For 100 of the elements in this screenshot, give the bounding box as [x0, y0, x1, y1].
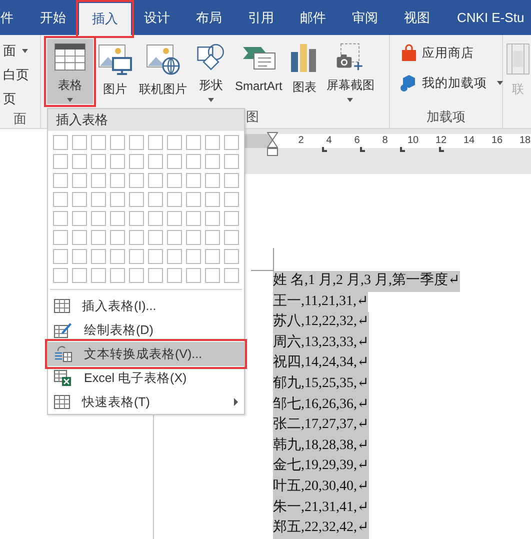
ribbon-tab[interactable]: 设计	[131, 0, 183, 35]
table-grid-cell[interactable]	[72, 230, 87, 245]
table-grid-cell[interactable]	[205, 249, 220, 264]
table-grid-cell[interactable]	[91, 173, 106, 188]
table-grid-cell[interactable]	[110, 249, 125, 264]
ribbon-button[interactable]: 形状	[192, 39, 230, 104]
table-grid-cell[interactable]	[186, 135, 201, 150]
menu-item[interactable]: 插入表格(I)...	[48, 294, 244, 318]
table-grid-cell[interactable]	[205, 192, 220, 207]
table-grid-cell[interactable]	[186, 211, 201, 226]
table-grid-cell[interactable]	[110, 173, 125, 188]
table-grid-cell[interactable]	[205, 230, 220, 245]
ribbon-button[interactable]: 页	[3, 89, 40, 109]
table-grid-cell[interactable]	[129, 249, 144, 264]
table-grid-cell[interactable]	[91, 268, 106, 283]
ribbon-tab[interactable]: 开始	[27, 0, 79, 35]
table-grid-cell[interactable]	[72, 211, 87, 226]
table-grid-cell[interactable]	[148, 230, 163, 245]
table-grid-cell[interactable]	[224, 249, 239, 264]
tab-stop-icon[interactable]	[439, 147, 444, 152]
table-grid-cell[interactable]	[148, 154, 163, 169]
table-grid-cell[interactable]	[72, 154, 87, 169]
ribbon-tab[interactable]: 插入	[79, 3, 131, 35]
table-grid-cell[interactable]	[110, 154, 125, 169]
table-grid-cell[interactable]	[205, 154, 220, 169]
ribbon-tab[interactable]: 布局	[183, 0, 235, 35]
table-grid-cell[interactable]	[205, 268, 220, 283]
table-grid-cell[interactable]	[129, 135, 144, 150]
tab-stop-icon[interactable]	[322, 147, 327, 152]
indent-marker-icon[interactable]	[267, 132, 278, 156]
table-grid-cell[interactable]	[224, 268, 239, 283]
ribbon-button[interactable]: 屏幕截图	[324, 39, 376, 104]
menu-item[interactable]: 绘制表格(D)	[48, 318, 244, 342]
table-grid-cell[interactable]	[53, 173, 68, 188]
menu-item[interactable]: 快速表格(T)	[48, 390, 244, 414]
table-grid-cell[interactable]	[167, 173, 182, 188]
table-grid-cell[interactable]	[224, 211, 239, 226]
table-grid-cell[interactable]	[72, 268, 87, 283]
table-grid-cell[interactable]	[224, 154, 239, 169]
tab-stop-icon[interactable]	[360, 147, 365, 152]
table-grid-cell[interactable]	[167, 135, 182, 150]
table-grid-cell[interactable]	[167, 249, 182, 264]
tab-stop-icon[interactable]	[400, 147, 405, 152]
table-grid-cell[interactable]	[129, 154, 144, 169]
table-grid-cell[interactable]	[186, 249, 201, 264]
table-grid-cell[interactable]	[110, 135, 125, 150]
table-grid-cell[interactable]	[167, 230, 182, 245]
table-grid-cell[interactable]	[110, 230, 125, 245]
menu-item[interactable]: Excel 电子表格(X)	[48, 366, 244, 390]
table-grid-cell[interactable]	[148, 135, 163, 150]
table-grid-cell[interactable]	[205, 173, 220, 188]
table-grid-cell[interactable]	[129, 230, 144, 245]
ribbon-button[interactable]: 图片	[96, 39, 134, 104]
menu-item[interactable]: 文本转换成表格(V)...	[48, 342, 244, 366]
table-grid-cell[interactable]	[167, 192, 182, 207]
table-grid-cell[interactable]	[186, 192, 201, 207]
table-grid-cell[interactable]	[224, 192, 239, 207]
table-grid-cell[interactable]	[91, 211, 106, 226]
table-grid-cell[interactable]	[72, 192, 87, 207]
table-grid-cell[interactable]	[129, 173, 144, 188]
table-grid-cell[interactable]	[53, 211, 68, 226]
table-grid-cell[interactable]	[129, 211, 144, 226]
table-grid-cell[interactable]	[167, 154, 182, 169]
table-grid-cell[interactable]	[53, 192, 68, 207]
table-grid-cell[interactable]	[72, 249, 87, 264]
table-grid-cell[interactable]	[148, 173, 163, 188]
ribbon-tab[interactable]: 邮件	[287, 0, 339, 35]
table-grid-cell[interactable]	[148, 249, 163, 264]
table-grid-cell[interactable]	[53, 154, 68, 169]
ribbon-button[interactable]: 应用商店	[400, 43, 502, 63]
table-grid-cell[interactable]	[53, 268, 68, 283]
table-grid-cell[interactable]	[91, 192, 106, 207]
table-grid-cell[interactable]	[110, 192, 125, 207]
table-grid-cell[interactable]	[72, 135, 87, 150]
ribbon-button[interactable]: 表格	[47, 39, 93, 104]
ribbon-tab[interactable]: 视图	[391, 0, 443, 35]
ribbon-button[interactable]: 我的加载项	[400, 73, 502, 93]
table-grid-cell[interactable]	[186, 230, 201, 245]
table-grid-cell[interactable]	[186, 173, 201, 188]
table-grid-cell[interactable]	[186, 154, 201, 169]
table-grid-cell[interactable]	[167, 211, 182, 226]
ribbon-tab[interactable]: 件	[0, 0, 27, 35]
table-grid-cell[interactable]	[148, 268, 163, 283]
table-grid-cell[interactable]	[205, 135, 220, 150]
table-grid-cell[interactable]	[72, 173, 87, 188]
ribbon-tab[interactable]: 引用	[235, 0, 287, 35]
table-grid-cell[interactable]	[110, 268, 125, 283]
table-grid-cell[interactable]	[205, 211, 220, 226]
table-grid-cell[interactable]	[91, 230, 106, 245]
table-grid-cell[interactable]	[53, 230, 68, 245]
table-grid-cell[interactable]	[129, 268, 144, 283]
ribbon-button[interactable]: 联机图片	[137, 39, 189, 104]
table-grid-cell[interactable]	[224, 173, 239, 188]
ribbon-button[interactable]: 面	[3, 41, 40, 61]
table-grid-cell[interactable]	[224, 135, 239, 150]
table-grid-cell[interactable]	[129, 192, 144, 207]
table-grid-cell[interactable]	[148, 211, 163, 226]
table-grid-cell[interactable]	[167, 268, 182, 283]
table-grid-cell[interactable]	[110, 211, 125, 226]
table-grid-cell[interactable]	[91, 249, 106, 264]
